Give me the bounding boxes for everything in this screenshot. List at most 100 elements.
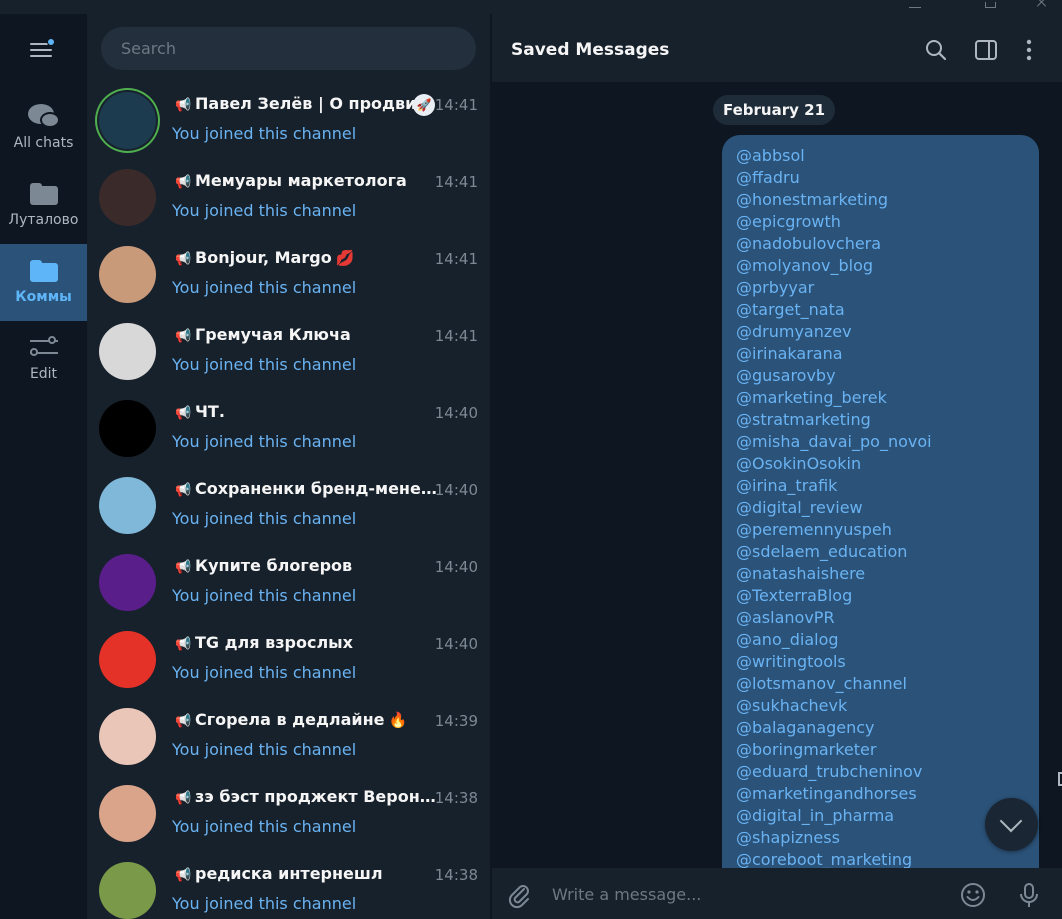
chat-row[interactable]: 📢 Купите блогеров 14:40 You joined this cha… (87, 544, 490, 621)
chat-name-emoji: 🔥 (388, 711, 408, 729)
megaphone-icon: 📢 (175, 483, 192, 498)
channel-handle-link[interactable]: @sdelaem_education (736, 541, 1025, 563)
chat-row[interactable]: 📢 Сгорела в дедлайне 🔥 14:39 You joined this… (87, 698, 490, 775)
channel-handle-link[interactable]: @nadobulovchera (736, 233, 1025, 255)
megaphone-icon: 📢 (175, 868, 192, 883)
channel-handle-link[interactable]: @target_nata (736, 299, 1025, 321)
chat-name-text: зэ бэст проджект Вероника (195, 787, 437, 806)
chat-time: 14:39 (434, 712, 478, 730)
chat-title[interactable]: Saved Messages (511, 40, 669, 60)
channel-handle-link[interactable]: @misha_davai_po_novoi (736, 431, 1025, 453)
more-options-button[interactable] (1015, 36, 1043, 64)
channel-handle-link[interactable]: @lotsmanov_channel (736, 673, 1025, 695)
chat-row[interactable]: 📢 ЧТ. 14:40 You joined this channel (87, 390, 490, 467)
emoji-button[interactable] (958, 880, 988, 910)
channel-handle-link[interactable]: @abbsol (736, 145, 1025, 167)
folder-icon (26, 254, 62, 286)
channel-handle-link[interactable]: @marketing_berek (736, 387, 1025, 409)
chat-row[interactable]: 📢Сохраненки бренд-менедж...14:40 You join… (87, 467, 490, 544)
chat-row[interactable]: 📢 редиска интернешл 14:38 You joined this c… (87, 852, 490, 919)
channel-handle-link[interactable]: @drumyanzev (736, 321, 1025, 343)
chat-name: 📢Сохраненки бренд-менедж... (175, 479, 437, 501)
channel-handle-link[interactable]: @marketingandhorses (736, 783, 1025, 805)
chat-last-message: You joined this channel (172, 817, 357, 836)
channel-handle-link[interactable]: @ffadru (736, 167, 1025, 189)
channel-handle-link[interactable]: @sukhachevk (736, 695, 1025, 717)
folder-icon (26, 177, 62, 209)
scroll-to-bottom-button[interactable] (985, 798, 1038, 851)
chat-name-text: ЧТ. (195, 402, 225, 421)
channel-handle-link[interactable]: @prbyyar (736, 277, 1025, 299)
megaphone-icon: 📢 (175, 252, 192, 267)
search-messages-button[interactable] (922, 36, 950, 64)
chat-row[interactable]: 📢 Павел Зелёв | О продви... 🚀 14:41 You join… (87, 82, 490, 159)
folder-edit[interactable]: Edit (0, 321, 87, 398)
search-input[interactable] (101, 27, 476, 70)
channel-handle-link[interactable]: @peremennyuspeh (736, 519, 1025, 541)
chat-name: 📢 Купите блогеров (175, 556, 437, 578)
channel-handle-link[interactable]: @gusarovby (736, 365, 1025, 387)
chat-row[interactable]: 📢 Мемуары маркетолога 14:41 You joined this… (87, 159, 490, 236)
megaphone-icon: 📢 (175, 714, 192, 729)
channel-handle-link[interactable]: @aslanovPR (736, 607, 1025, 629)
resize-handle[interactable] (1058, 772, 1062, 786)
maximize-icon (985, 2, 996, 8)
chat-last-message: You joined this channel (172, 740, 357, 759)
chat-name: 📢 Bonjour, Margo 💋 (175, 248, 437, 270)
sidebar-toggle-button[interactable] (972, 36, 1000, 64)
channel-handle-link[interactable]: @eduard_trubcheninov (736, 761, 1025, 783)
chat-list-panel: 📢Павел Зелёв | О продви...🚀14:41You join… (87, 14, 490, 919)
channel-handle-link[interactable]: @TexterraBlog (736, 585, 1025, 607)
chat-last-message: You joined this channel (172, 663, 357, 682)
message-bubble[interactable]: @abbsol @ffadru @honestmarketing @epicgrowt… (722, 135, 1039, 919)
channel-handle-link[interactable]: @balaganagency (736, 717, 1025, 739)
minimize-button[interactable] (895, 0, 935, 14)
megaphone-icon: 📢 (175, 98, 192, 113)
sidebar-toggle-icon (975, 40, 997, 60)
channel-handle-link[interactable]: @digital_review (736, 497, 1025, 519)
voice-record-button[interactable] (1014, 880, 1044, 910)
chat-time: 14:40 (434, 481, 478, 499)
chat-time: 14:40 (434, 558, 478, 576)
channel-handle-link[interactable]: @boringmarketer (736, 739, 1025, 761)
channel-handle-link[interactable]: @irinakarana (736, 343, 1025, 365)
folder-all-chats[interactable]: All chats (0, 90, 87, 167)
attach-button[interactable] (504, 880, 534, 910)
chat-row[interactable]: 📢 Гремучая Ключа 14:41 You joined this chan… (87, 313, 490, 390)
chat-name-text: Bonjour, Margo (195, 248, 332, 267)
chat-name: 📢 ЧТ. (175, 402, 437, 424)
channel-handle-link[interactable]: @ano_dialog (736, 629, 1025, 651)
channel-handle-link[interactable]: @molyanov_blog (736, 255, 1025, 277)
chat-row[interactable]: 📢 Bonjour, Margo 💋 14:41 You joined this cha… (87, 236, 490, 313)
chat-last-message: You joined this channel (172, 124, 357, 143)
maximize-button[interactable] (971, 0, 1011, 14)
chat-name-text: Гремучая Ключа (195, 325, 351, 344)
chat-name: 📢 зэ бэст проджект Вероника (175, 787, 437, 809)
channel-handle-link[interactable]: @shapizness (736, 827, 1025, 849)
channel-handle-link[interactable]: @epicgrowth (736, 211, 1025, 233)
channel-handle-link[interactable]: @OsokinOsokin (736, 453, 1025, 475)
channel-handle-link[interactable]: @stratmarketing (736, 409, 1025, 431)
search-icon (926, 40, 947, 61)
chevron-down-icon (999, 809, 1023, 833)
megaphone-icon: 📢 (175, 560, 192, 575)
chat-row[interactable]: 📢 TG для взрослых 14:40 You joined this cha… (87, 621, 490, 698)
channel-handle-link[interactable]: @honestmarketing (736, 189, 1025, 211)
chat-name-text: Мемуары маркетолога (195, 171, 407, 190)
avatar (99, 92, 156, 149)
chat-last-message: You joined this channel (172, 278, 357, 297)
folder-kommy[interactable]: Коммы (0, 244, 87, 321)
channel-handle-link[interactable]: @irina_trafik (736, 475, 1025, 497)
chat-last-message: You joined this channel (172, 355, 357, 374)
channel-handle-link[interactable]: @natashaishere (736, 563, 1025, 585)
close-window-button[interactable] (1022, 0, 1062, 14)
more-vertical-icon (1026, 39, 1032, 61)
channel-handle-link[interactable]: @digital_in_pharma (736, 805, 1025, 827)
chat-row[interactable]: 📢 зэ бэст проджект Вероника 14:38 You joine… (87, 775, 490, 852)
folder-lutalovo[interactable]: Луталово (0, 167, 87, 244)
main-menu-button[interactable] (26, 38, 58, 62)
megaphone-icon: 📢 (175, 329, 192, 344)
avatar (99, 862, 156, 919)
message-input[interactable] (552, 879, 952, 909)
channel-handle-link[interactable]: @writingtools (736, 651, 1025, 673)
